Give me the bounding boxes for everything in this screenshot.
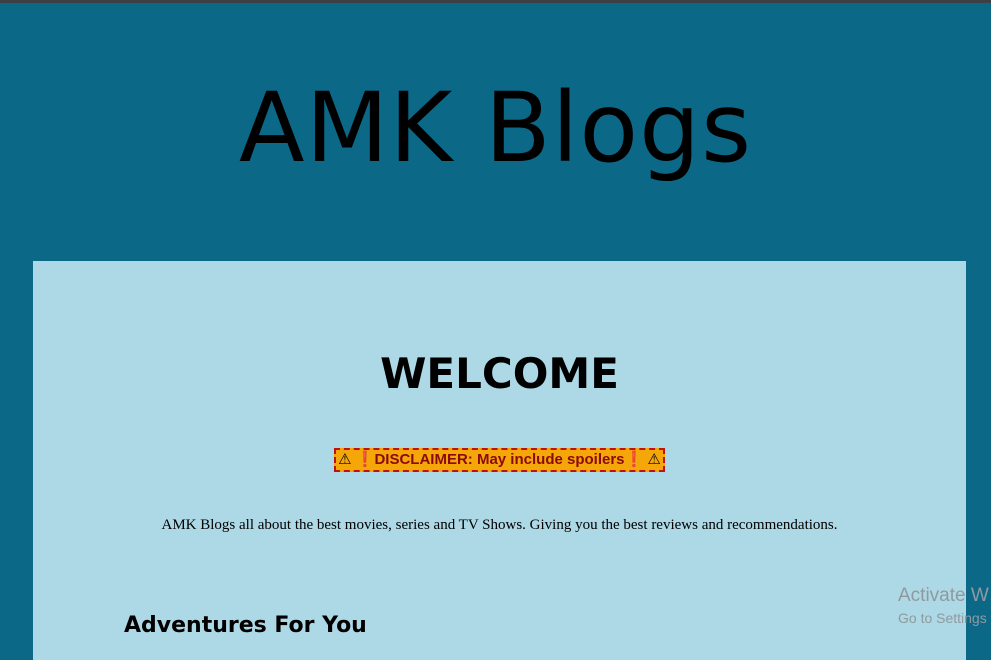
disclaimer-banner: ⚠ ❗DISCLAIMER: May include spoilers❗ ⚠ [334,448,665,472]
section-heading: Adventures For You [124,613,367,638]
disclaimer-row: ⚠ ❗DISCLAIMER: May include spoilers❗ ⚠ [33,448,966,472]
window-top-edge [0,0,991,3]
exclamation-icon: ❗ [355,451,375,468]
warning-icon: ⚠ [338,451,352,468]
disclaimer-text: DISCLAIMER: May include spoilers [374,451,625,468]
intro-paragraph: AMK Blogs all about the best movies, ser… [161,517,838,533]
warning-icon: ⚠ [647,451,661,468]
exclamation-icon: ❗ [624,451,644,468]
main-content: WELCOME ⚠ ❗DISCLAIMER: May include spoil… [33,261,966,660]
welcome-heading: WELCOME [380,349,619,398]
site-title: AMK Blogs [238,72,753,184]
